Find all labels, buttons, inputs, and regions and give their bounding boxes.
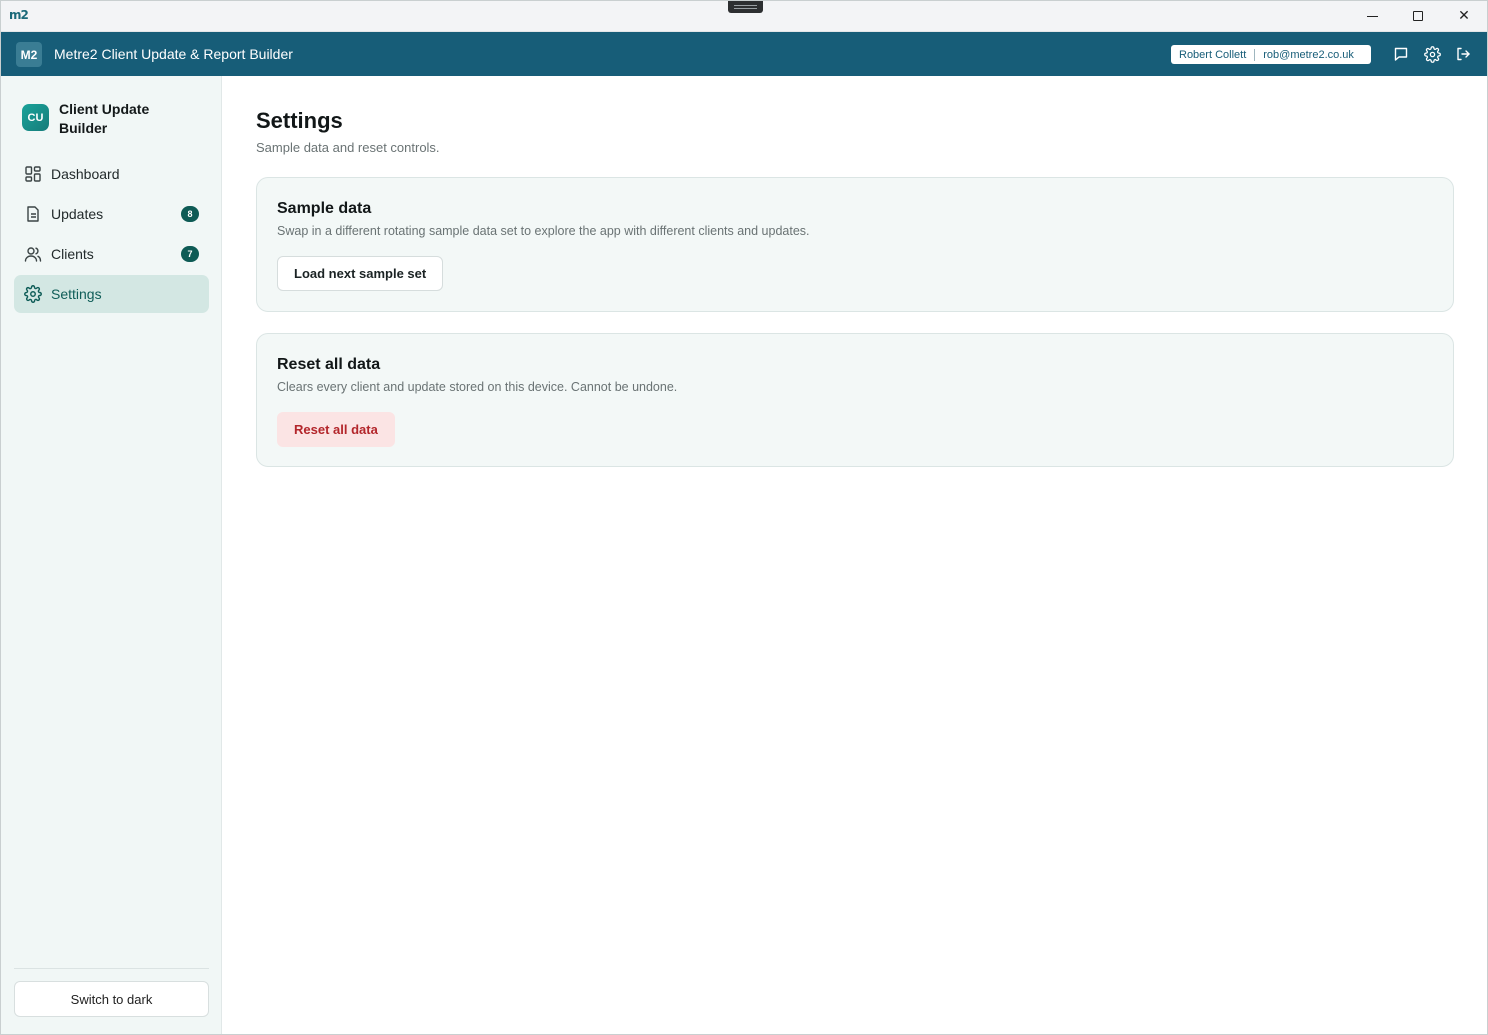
brand-name: Client Update Builder [59, 101, 150, 136]
clients-count-badge: 7 [181, 246, 199, 262]
window-controls: ✕ [1349, 1, 1487, 31]
logout-button[interactable] [1454, 45, 1472, 63]
user-pill-divider [1254, 48, 1256, 61]
sidebar-item-label: Dashboard [51, 166, 120, 182]
app-title: Metre2 Client Update & Report Builder [54, 46, 293, 62]
app-window: m2 ✕ M2 Metre2 Client Update & Report Bu… [0, 0, 1488, 1035]
gear-icon [1423, 45, 1441, 63]
sidebar-item-updates[interactable]: Updates 8 [14, 195, 209, 233]
sidebar-item-settings[interactable]: Settings [14, 275, 209, 313]
sidebar-item-label: Updates [51, 206, 104, 222]
minimize-button[interactable] [1349, 1, 1395, 31]
os-app-logo: m2 [9, 8, 29, 22]
user-pill[interactable]: Robert Collett rob@metre2.co.uk [1171, 45, 1371, 64]
switch-theme-button[interactable]: Switch to dark [14, 981, 209, 1017]
page-subtitle: Sample data and reset controls. [256, 140, 440, 155]
reset-data-card: Reset all data Clears every client and u… [256, 333, 1454, 467]
card-title: Reset all data [277, 356, 381, 373]
minimize-icon [1366, 15, 1378, 17]
brand-logo-badge: CU [22, 104, 49, 131]
sidebar-item-label: Clients [51, 246, 94, 262]
close-button[interactable]: ✕ [1441, 1, 1487, 31]
sidebar-divider [14, 968, 209, 969]
sidebar-item-dashboard[interactable]: Dashboard [14, 155, 209, 193]
user-email: rob@metre2.co.uk [1263, 48, 1354, 61]
users-icon [24, 245, 42, 263]
close-icon: ✕ [1458, 8, 1470, 24]
snap-grip-handle[interactable] [728, 1, 763, 13]
message-icon [1394, 47, 1408, 61]
load-next-sample-button[interactable]: Load next sample set [277, 256, 444, 291]
dashboard-icon [24, 165, 42, 183]
document-icon [24, 205, 42, 223]
updates-count-badge: 8 [181, 206, 199, 222]
logout-icon [1457, 47, 1470, 61]
app-header: M2 Metre2 Client Update & Report Builder… [1, 32, 1487, 76]
sample-data-card: Sample data Swap in a different rotating… [256, 177, 1454, 312]
card-title: Sample data [277, 200, 372, 217]
reset-all-data-button[interactable]: Reset all data [277, 412, 395, 447]
sidebar: CU Client Update Builder Dashboard Updat… [1, 76, 222, 1034]
card-description: Clears every client and update stored on… [277, 380, 678, 394]
sidebar-item-label: Settings [51, 286, 102, 302]
maximize-button[interactable] [1395, 1, 1441, 31]
os-titlebar: m2 ✕ [1, 1, 1487, 32]
main-content: Settings Sample data and reset controls.… [222, 76, 1487, 1034]
sidebar-item-clients[interactable]: Clients 7 [14, 235, 209, 273]
gear-icon [24, 285, 42, 303]
maximize-icon [1413, 11, 1423, 21]
card-description: Swap in a different rotating sample data… [277, 224, 810, 238]
settings-button[interactable] [1423, 45, 1441, 63]
page-title: Settings [256, 108, 343, 133]
feedback-button[interactable] [1392, 45, 1410, 63]
app-logo-badge: M2 [16, 42, 42, 67]
user-name: Robert Collett [1179, 48, 1247, 61]
